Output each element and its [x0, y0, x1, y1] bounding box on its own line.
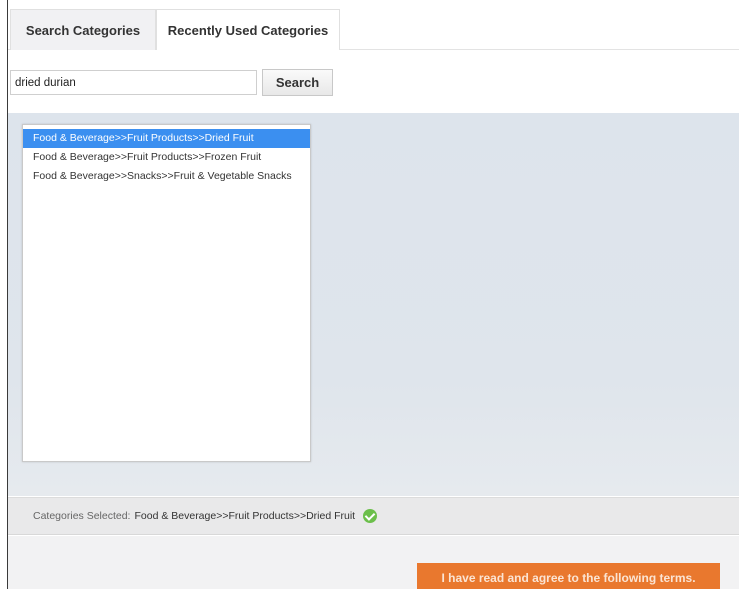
- category-search-input[interactable]: [10, 70, 257, 95]
- list-item[interactable]: Food & Beverage>>Snacks>>Fruit & Vegetab…: [23, 167, 310, 186]
- categories-selected-value: Food & Beverage>>Fruit Products>>Dried F…: [134, 510, 356, 522]
- categories-selected-label: Categories Selected:: [33, 510, 131, 522]
- list-item[interactable]: Food & Beverage>>Fruit Products>>Frozen …: [23, 148, 310, 167]
- check-circle-icon: [363, 509, 378, 523]
- search-button[interactable]: Search: [262, 69, 333, 96]
- category-tabs: Search Categories Recently Used Categori…: [8, 9, 739, 50]
- tab-search-categories[interactable]: Search Categories: [10, 9, 156, 50]
- categories-selected-bar: Categories Selected: Food & Beverage>>Fr…: [8, 497, 739, 535]
- agree-terms-button[interactable]: I have read and agree to the following t…: [417, 563, 720, 589]
- tab-recently-used-categories[interactable]: Recently Used Categories: [156, 9, 340, 50]
- list-item[interactable]: Food & Beverage>>Fruit Products>>Dried F…: [23, 129, 310, 148]
- category-results-list[interactable]: Food & Beverage>>Fruit Products>>Dried F…: [22, 124, 311, 462]
